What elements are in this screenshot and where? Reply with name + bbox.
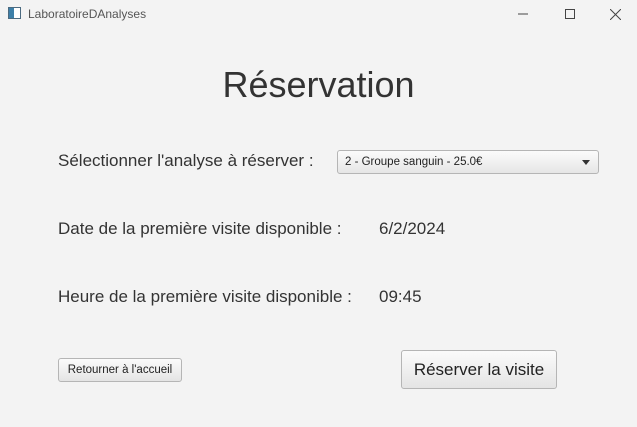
back-to-home-button[interactable]: Retourner à l'accueil [58,358,182,382]
first-visit-date-label: Date de la première visite disponible : [58,219,342,238]
reserve-visit-button[interactable]: Réserver la visite [401,350,557,389]
maximize-icon [565,9,575,19]
window-titlebar: LaboratoireDAnalyses [0,0,637,28]
first-visit-time-label: Heure de la première visite disponible : [58,287,352,306]
chevron-down-icon [582,160,590,165]
analysis-combobox[interactable]: 2 - Groupe sanguin - 25.0€ [337,150,599,174]
java-app-icon [8,7,21,19]
close-icon [609,8,621,20]
page-title: Réservation [222,64,415,105]
minimize-icon [518,13,528,15]
first-visit-time-value: 09:45 [379,287,422,306]
maximize-button[interactable] [547,0,593,28]
minimize-button[interactable] [500,0,546,28]
window-title: LaboratoireDAnalyses [28,7,147,21]
close-button[interactable] [592,0,637,28]
first-visit-date-value: 6/2/2024 [379,219,446,238]
analysis-combobox-value: 2 - Groupe sanguin - 25.0€ [345,156,483,168]
analysis-select-label: Sélectionner l'analyse à réserver : [58,151,314,170]
